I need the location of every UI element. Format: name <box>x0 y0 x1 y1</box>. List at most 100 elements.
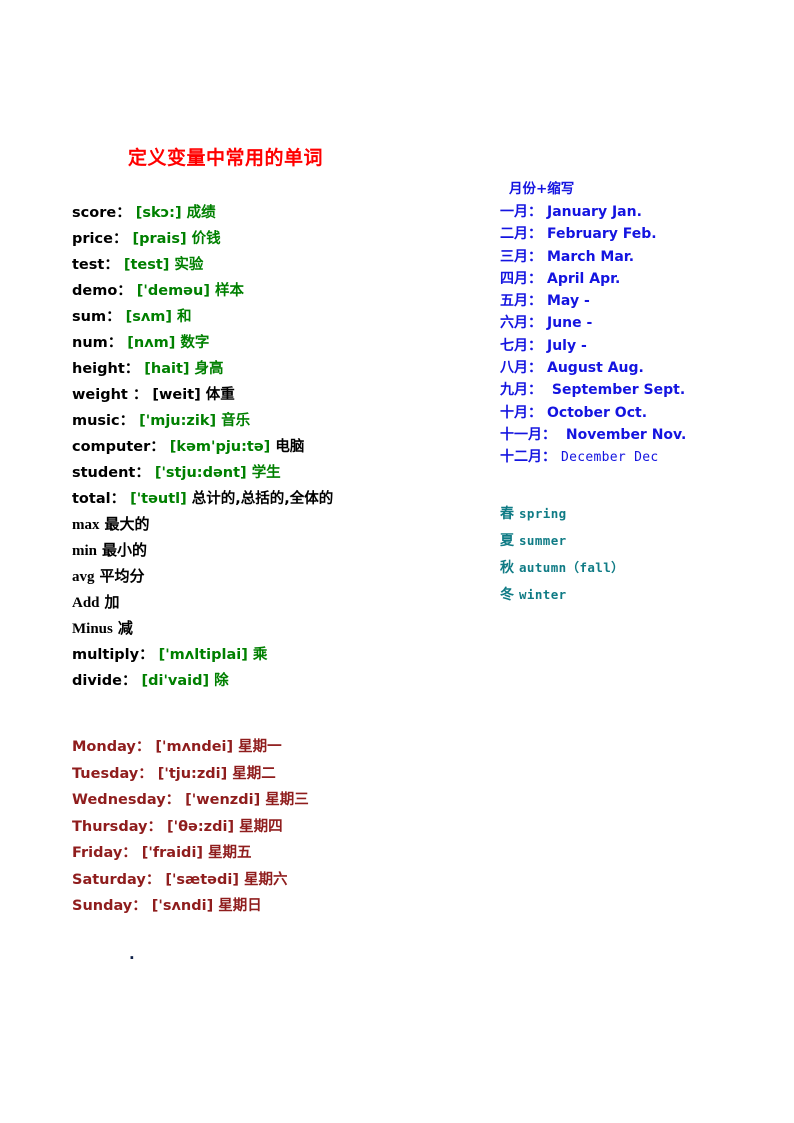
weekday-row: Saturday： ['sætədi] 星期六 <box>72 867 472 894</box>
vocabulary-row: avg 平均分 <box>72 564 472 590</box>
month-label-cn: 十二月： <box>500 449 556 466</box>
vocabulary-colon: ： <box>135 465 150 481</box>
vocabulary-phonetic: [nʌm] <box>127 335 176 351</box>
month-label-cn: 一月： <box>500 204 542 220</box>
vocabulary-row: music： ['mju:zik] 音乐 <box>72 408 472 434</box>
month-label-cn: 四月： <box>500 270 542 287</box>
vocabulary-colon: ： <box>106 309 121 325</box>
weekday-translation: 星期四 <box>239 818 283 835</box>
vocabulary-word: avg <box>72 569 95 585</box>
season-row: 春 spring <box>500 500 780 527</box>
vocabulary-phonetic: ['stju:dənt] <box>154 465 247 481</box>
months-list: 一月： January Jan. 二月： February Feb. 三月： Mar… <box>500 201 780 469</box>
vocabulary-translation: 样本 <box>214 283 244 299</box>
vocabulary-colon: ： <box>110 491 126 507</box>
month-row: 一月： January Jan. <box>500 201 780 223</box>
season-label-en: summer <box>519 533 567 548</box>
vocabulary-word: height <box>72 361 125 377</box>
vocabulary-row: Minus 减 <box>72 616 472 642</box>
vocabulary-word: student <box>72 465 136 481</box>
month-row: 八月： August Aug. <box>500 357 780 379</box>
weekday-phonetic: ['sætədi] <box>165 871 239 888</box>
weekday-phonetic: ['θə:zdi] <box>167 818 235 835</box>
month-label-en: August Aug. <box>547 360 644 377</box>
vocabulary-word: score <box>72 205 117 221</box>
season-label-en: winter <box>519 587 567 602</box>
vocabulary-colon: ： <box>112 231 128 247</box>
weekday-word: Monday <box>72 739 136 755</box>
vocabulary-row: weight ： [weit] 体重 <box>72 382 472 408</box>
vocabulary-word: divide <box>72 673 122 689</box>
months-heading: 月份+缩写 <box>509 181 575 197</box>
vocabulary-translation: 减 <box>117 621 133 637</box>
weekday-colon: ： <box>135 739 151 755</box>
season-label-cn: 冬 <box>500 587 514 603</box>
season-label-cn: 秋 <box>500 560 514 576</box>
seasons-list: 春 spring 夏 summer 秋 autumn（fall） 冬 winter <box>500 500 780 608</box>
month-row: 六月： June - <box>500 312 780 334</box>
month-row: 十月： October Oct. <box>500 402 780 424</box>
month-label-cn: 十月： <box>500 404 542 421</box>
weekday-colon: ： <box>122 845 137 861</box>
weekday-word: Friday <box>72 845 123 861</box>
vocabulary-row: min 最小的 <box>72 538 472 564</box>
weekday-phonetic: ['wenzdi] <box>185 792 261 808</box>
month-label-en: March Mar. <box>547 248 635 265</box>
vocabulary-row: price： [prais] 价钱 <box>72 226 472 252</box>
months-section: 月份+缩写 一月： January Jan. 二月： February Feb. 三… <box>500 178 780 469</box>
season-label-en: autumn（fall） <box>519 560 625 575</box>
weekday-phonetic: ['sʌndi] <box>151 898 214 914</box>
month-label-cn: 九月： <box>500 382 542 399</box>
vocabulary-phonetic: [weit] <box>152 387 201 403</box>
page-title: 定义变量中常用的单词 <box>128 148 324 169</box>
weekday-row: Monday： ['mʌndei] 星期一 <box>72 734 472 761</box>
month-row: 九月： September Sept. <box>500 379 780 401</box>
month-label-en: December Dec <box>561 450 659 466</box>
month-row: 七月： July - <box>500 335 780 357</box>
weekday-row: Thursday： ['θə:zdi] 星期四 <box>72 814 472 841</box>
vocabulary-translation: 最大的 <box>104 517 150 533</box>
vocabulary-phonetic: [di'vaid] <box>141 673 210 689</box>
month-row: 二月： February Feb. <box>500 223 780 245</box>
vocabulary-word: min <box>72 543 98 559</box>
season-row: 冬 winter <box>500 581 780 608</box>
vocabulary-translation: 乘 <box>252 647 268 663</box>
month-label-cn: 三月： <box>500 248 542 265</box>
weekday-row: Wednesday： ['wenzdi] 星期三 <box>72 787 472 814</box>
month-label-cn: 二月： <box>500 226 542 243</box>
month-label-en: July - <box>547 337 587 354</box>
vocabulary-word: num <box>72 335 108 351</box>
weekday-list: Monday： ['mʌndei] 星期一 Tuesday： ['tju:zdi]… <box>72 734 472 920</box>
weekday-translation: 星期六 <box>243 871 288 888</box>
vocabulary-row: num： [nʌm] 数字 <box>72 330 472 356</box>
weekday-word: Wednesday <box>72 792 166 808</box>
vocabulary-word: max <box>72 517 100 533</box>
vocabulary-row: multiply： ['mʌltiplai] 乘 <box>72 642 472 668</box>
vocabulary-row: Add 加 <box>72 590 472 616</box>
month-row: 五月： May - <box>500 290 780 312</box>
vocabulary-colon: ： <box>139 647 154 663</box>
vocabulary-translation: 音乐 <box>221 413 251 429</box>
vocabulary-word: demo <box>72 283 118 299</box>
vocabulary-phonetic: ['deməu] <box>136 283 210 299</box>
vocabulary-row: student： ['stju:dənt] 学生 <box>72 460 472 486</box>
weekday-row: Sunday： ['sʌndi] 星期日 <box>72 893 472 920</box>
stray-period-mark: . <box>129 945 135 963</box>
vocabulary-colon: ： <box>116 205 131 221</box>
month-label-en: April Apr. <box>547 270 621 287</box>
month-label-en: January Jan. <box>547 204 642 220</box>
vocabulary-row: total： ['təutl] 总计的,总括的,全体的 <box>72 486 472 512</box>
vocabulary-row: height： [hait] 身高 <box>72 356 472 382</box>
month-label-en: November Nov. <box>561 426 687 443</box>
season-row: 夏 summer <box>500 527 780 554</box>
vocabulary-word: price <box>72 231 113 247</box>
vocabulary-phonetic: ['mʌltiplai] <box>158 647 248 663</box>
month-row: 十二月： December Dec <box>500 446 780 468</box>
weekday-translation: 星期二 <box>232 765 276 782</box>
vocabulary-colon: ： <box>119 413 135 429</box>
vocabulary-phonetic: ['mju:zik] <box>139 413 217 429</box>
month-label-en: October Oct. <box>547 404 648 421</box>
vocabulary-translation: 加 <box>104 595 120 611</box>
vocabulary-colon: ： <box>107 335 123 351</box>
vocabulary-colon: ： <box>104 257 119 273</box>
